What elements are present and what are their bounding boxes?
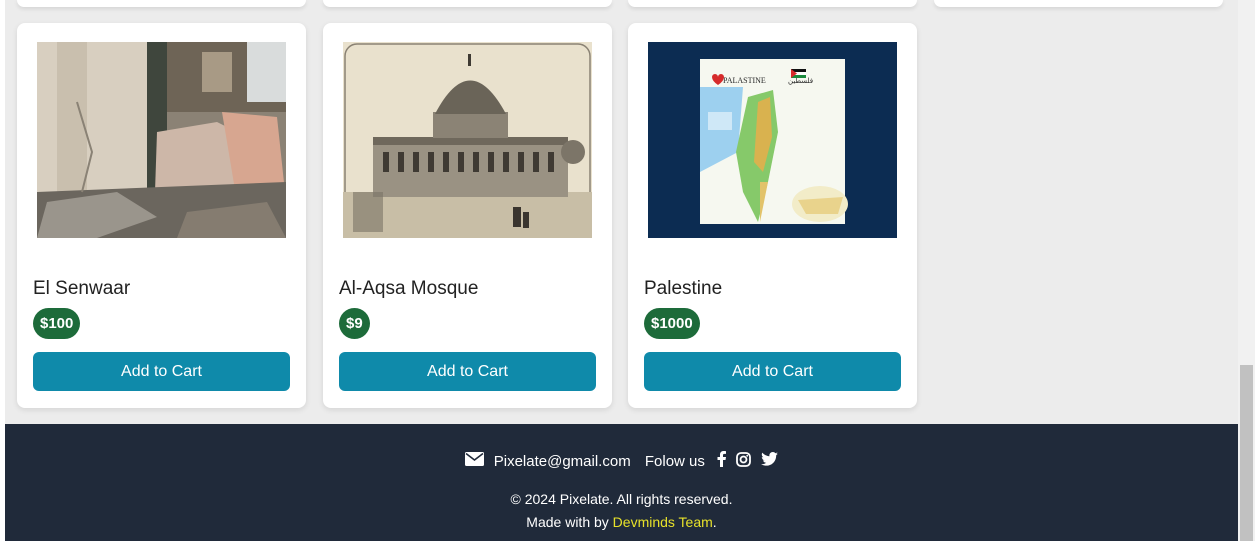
footer-follow-label: Folow us	[644, 452, 705, 470]
footer-contact-row: Pixelate@gmail.com Folow us	[5, 451, 1238, 471]
team-link[interactable]: Devminds Team	[613, 514, 713, 530]
footer-credit-suffix: .	[712, 514, 717, 530]
price-badge: $9	[339, 308, 370, 339]
product-card: PALASTINE فلسطين Palestine $1000 Add to …	[628, 23, 917, 408]
product-title: El Senwaar	[33, 278, 131, 299]
add-to-cart-button[interactable]: Add to Cart	[644, 352, 901, 391]
price-badge: $100	[33, 308, 81, 339]
card-top-edge	[17, 0, 306, 7]
site-footer: Pixelate@gmail.com Folow us © 2024 Pixel…	[5, 424, 1238, 541]
product-image-el-senwaar[interactable]	[37, 42, 286, 238]
product-title: Palestine	[644, 278, 723, 299]
product-image-palestine[interactable]: PALASTINE فلسطين	[648, 42, 897, 238]
envelope-icon	[464, 452, 484, 470]
footer-copyright: © 2024 Pixelate. All rights reserved.	[510, 491, 733, 507]
add-to-cart-button[interactable]: Add to Cart	[339, 352, 596, 391]
add-to-cart-button[interactable]: Add to Cart	[33, 352, 290, 391]
map-arabic-heading: فلسطين	[788, 77, 813, 85]
price-badge: $1000	[644, 308, 700, 339]
twitter-icon[interactable]	[761, 452, 779, 470]
footer-credit-prefix: Made with by	[526, 514, 613, 530]
map-heading: PALASTINE	[723, 76, 766, 85]
vertical-scrollbar[interactable]	[1238, 0, 1255, 541]
card-top-edge	[323, 0, 612, 7]
scrollbar-thumb[interactable]	[1240, 365, 1253, 541]
card-top-edge	[628, 0, 917, 7]
footer-email-link[interactable]: Pixelate@gmail.com	[494, 453, 631, 470]
facebook-icon[interactable]	[717, 451, 727, 471]
product-title: Al-Aqsa Mosque	[339, 278, 479, 299]
product-image-al-aqsa-mosque[interactable]	[343, 42, 592, 238]
card-top-edge	[934, 0, 1223, 7]
product-card: El Senwaar $100 Add to Cart	[17, 23, 306, 408]
instagram-icon[interactable]	[736, 451, 752, 471]
product-card: Al-Aqsa Mosque $9 Add to Cart	[323, 23, 612, 408]
footer-credit: Made with by Devminds Team.	[5, 514, 1238, 530]
